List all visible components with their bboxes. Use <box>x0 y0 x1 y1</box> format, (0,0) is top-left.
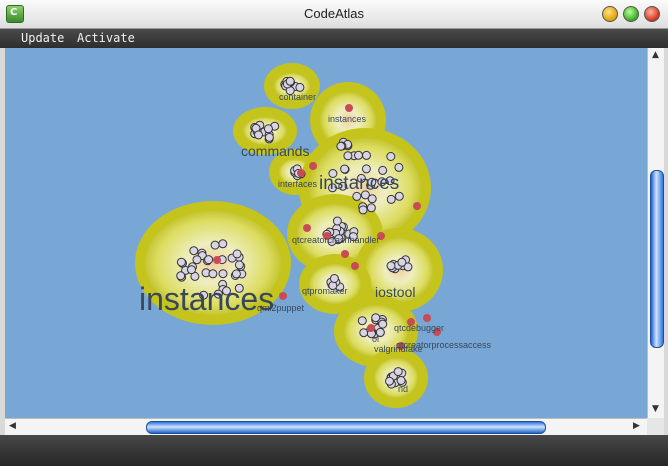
code-node[interactable] <box>295 82 305 92</box>
code-node[interactable] <box>263 124 273 134</box>
map-label: qtpromaker <box>302 286 348 296</box>
code-node[interactable] <box>385 376 394 386</box>
code-node[interactable] <box>187 265 196 275</box>
code-node[interactable] <box>386 152 396 161</box>
map-label: commands <box>241 143 309 159</box>
map-label: qtcdebugger <box>394 323 444 333</box>
maximize-button[interactable] <box>623 6 639 22</box>
horizontal-scrollbar[interactable]: ◀ ▶ <box>5 418 647 435</box>
scroll-right-icon[interactable]: ▶ <box>633 422 640 431</box>
code-node[interactable] <box>354 150 363 160</box>
hub-node[interactable] <box>351 262 359 270</box>
map-label: instances <box>319 173 399 194</box>
code-node[interactable] <box>362 150 371 160</box>
code-node[interactable] <box>234 260 244 270</box>
scroll-up-icon[interactable]: ▲ <box>652 51 659 60</box>
code-node[interactable] <box>218 269 228 279</box>
code-node[interactable] <box>367 194 377 204</box>
code-node[interactable] <box>329 274 339 283</box>
horizontal-scroll-thumb[interactable] <box>146 421 546 434</box>
code-node[interactable] <box>176 271 186 281</box>
code-node[interactable] <box>204 255 214 265</box>
scroll-left-icon[interactable]: ◀ <box>9 422 16 431</box>
close-button[interactable] <box>644 6 660 22</box>
code-node[interactable] <box>232 249 242 259</box>
map-label: qtcreatorprocessaccess <box>396 340 492 350</box>
map-label: instances <box>139 281 274 317</box>
code-atlas-map[interactable]: container instances commands instances inter… <box>5 48 647 418</box>
code-node[interactable] <box>176 257 186 267</box>
code-node[interactable] <box>358 205 368 215</box>
menu-bar: Update Activate <box>0 29 668 48</box>
code-node[interactable] <box>386 261 396 271</box>
scrollbar-corner <box>647 418 664 435</box>
map-svg[interactable]: containerinstancescommandsinstancesinter… <box>5 48 647 418</box>
code-node[interactable] <box>218 239 228 249</box>
code-node[interactable] <box>210 240 220 250</box>
map-label: qtcreatorcrashhandler <box>292 235 380 245</box>
title-bar: C CodeAtlas <box>0 0 668 29</box>
hub-node[interactable] <box>279 292 287 300</box>
code-node[interactable] <box>336 141 346 151</box>
hub-node[interactable] <box>309 162 317 170</box>
code-node[interactable] <box>343 151 353 161</box>
code-node[interactable] <box>340 164 350 174</box>
hub-node[interactable] <box>341 250 349 258</box>
code-node[interactable] <box>192 255 202 265</box>
code-node[interactable] <box>361 164 371 174</box>
minimize-button[interactable] <box>602 6 618 22</box>
menu-activate[interactable]: Activate <box>77 31 135 45</box>
hub-node[interactable] <box>297 169 305 177</box>
map-label: container <box>279 92 316 102</box>
menu-update[interactable]: Update <box>21 31 64 45</box>
window-title: CodeAtlas <box>304 6 364 21</box>
hub-node[interactable] <box>345 104 353 112</box>
map-label: qml2puppet <box>257 303 305 313</box>
map-label: ol <box>372 334 379 344</box>
code-node[interactable] <box>357 316 367 326</box>
code-node[interactable] <box>264 132 274 142</box>
map-label: iostool <box>375 284 415 300</box>
codeatlas-window: C CodeAtlas Update Activate container ins… <box>0 0 668 466</box>
code-node[interactable] <box>208 269 218 279</box>
map-label: instances <box>328 114 367 124</box>
scroll-down-icon[interactable]: ▼ <box>652 405 659 414</box>
code-node[interactable] <box>393 367 403 377</box>
hub-node[interactable] <box>303 224 311 232</box>
hub-node[interactable] <box>413 202 421 210</box>
map-label: nd <box>398 384 408 394</box>
code-node[interactable] <box>397 257 407 267</box>
hub-node[interactable] <box>423 314 431 322</box>
code-node[interactable] <box>366 203 376 213</box>
code-node[interactable] <box>378 319 388 329</box>
status-bar <box>0 435 668 466</box>
hub-node[interactable] <box>367 324 375 332</box>
hub-node[interactable] <box>213 256 221 264</box>
code-node[interactable] <box>332 216 342 226</box>
vertical-scrollbar[interactable]: ▲ ▼ <box>647 48 664 418</box>
code-node[interactable] <box>231 269 241 279</box>
vertical-scroll-thumb[interactable] <box>650 170 664 348</box>
code-node[interactable] <box>285 76 295 86</box>
code-node[interactable] <box>371 313 381 323</box>
code-node[interactable] <box>189 246 199 256</box>
code-node[interactable] <box>386 194 396 204</box>
code-node[interactable] <box>254 130 263 140</box>
map-label: interfaces <box>278 179 318 189</box>
code-node[interactable] <box>394 162 404 172</box>
